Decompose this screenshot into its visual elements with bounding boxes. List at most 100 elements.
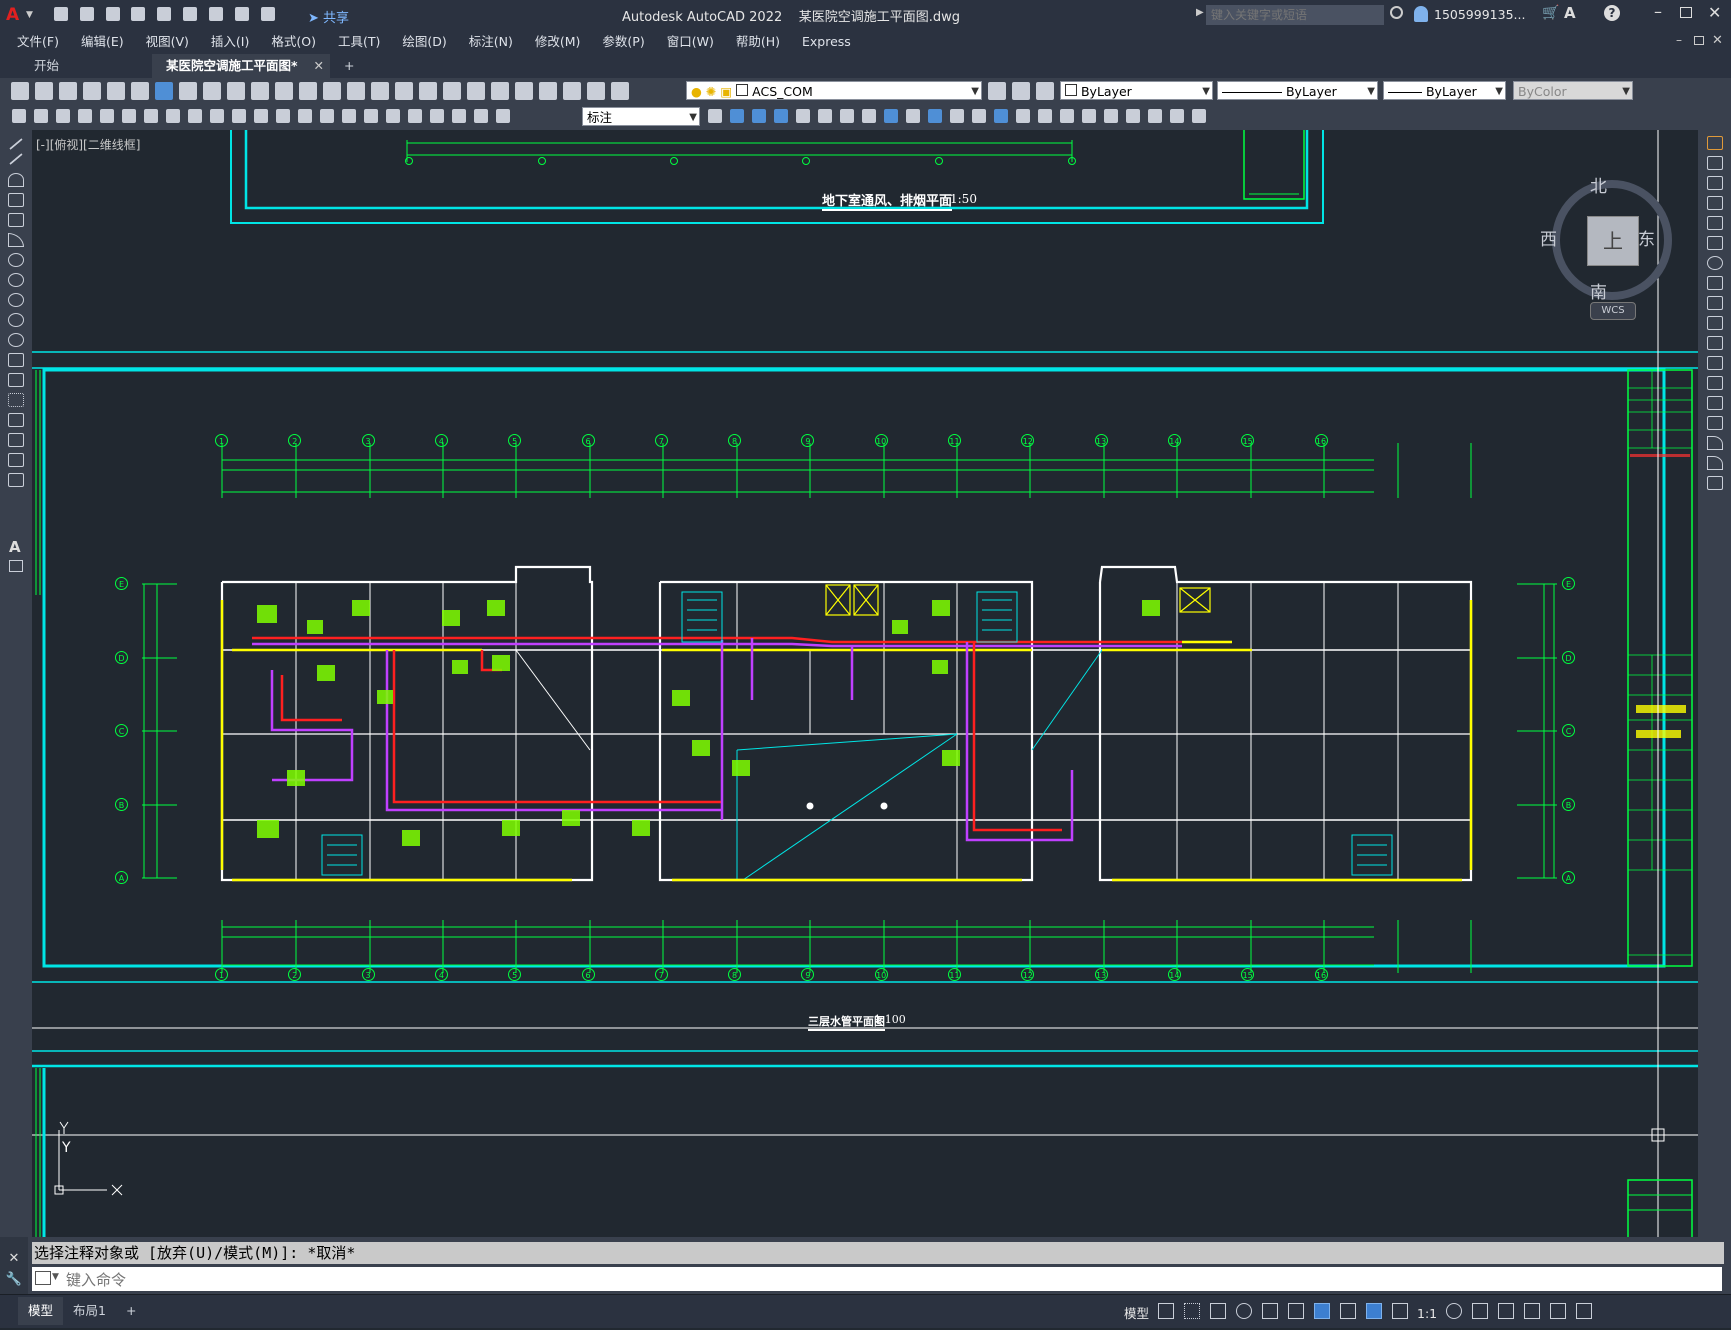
add-layout-button[interactable]: + xyxy=(116,1297,146,1325)
linear-dim-icon[interactable] xyxy=(78,109,92,123)
cart-icon[interactable]: 🛒 xyxy=(1542,5,1559,21)
multiline-text-icon[interactable]: A xyxy=(9,538,21,556)
offset-icon[interactable] xyxy=(1706,196,1723,210)
lock-icon[interactable]: ▣ xyxy=(720,84,732,99)
polyline-icon[interactable] xyxy=(8,173,24,187)
user-icon[interactable] xyxy=(1414,6,1428,22)
line-icon[interactable] xyxy=(9,138,23,150)
zoom-previous-icon[interactable] xyxy=(419,82,437,100)
tool-palettes-icon[interactable] xyxy=(491,82,509,100)
close-icon[interactable]: ✕ xyxy=(0,1251,28,1266)
compass-north[interactable]: 北 xyxy=(1590,172,1607,197)
attach-icon[interactable] xyxy=(1104,109,1118,123)
chevron-down-icon[interactable]: ▼ xyxy=(1495,82,1503,101)
extend-icon[interactable] xyxy=(1706,336,1723,350)
arc-icon[interactable] xyxy=(8,233,24,247)
annotation-visibility-icon[interactable] xyxy=(1366,1303,1383,1319)
menu-insert[interactable]: 插入(I) xyxy=(200,30,260,54)
chevron-down-icon[interactable]: ▼ xyxy=(52,1272,59,1282)
app-menu-chevron-icon[interactable]: ▼ xyxy=(26,10,33,20)
new-file-icon[interactable] xyxy=(54,7,68,21)
command-input[interactable] xyxy=(64,1269,1708,1291)
customize-icon[interactable]: 🔧 xyxy=(0,1272,28,1287)
shade-icon[interactable] xyxy=(884,109,898,123)
rotate-icon[interactable] xyxy=(1706,256,1723,270)
center-mark-icon[interactable] xyxy=(386,109,400,123)
undo-icon[interactable] xyxy=(234,7,249,21)
spline-icon[interactable] xyxy=(8,293,24,307)
erase-icon[interactable] xyxy=(1706,136,1723,150)
chevron-down-icon[interactable]: ▼ xyxy=(1202,82,1210,101)
zoom-realtime-icon[interactable] xyxy=(371,82,389,100)
tab-start[interactable]: 开始 xyxy=(20,54,152,78)
calculator-icon[interactable] xyxy=(563,82,581,100)
help-icon[interactable] xyxy=(587,82,605,100)
save-web-icon[interactable] xyxy=(183,7,198,21)
qnew-icon[interactable] xyxy=(11,82,29,100)
save-icon[interactable] xyxy=(59,82,77,100)
3d-dwf-icon[interactable] xyxy=(155,82,173,100)
sheet-set-icon[interactable] xyxy=(515,82,533,100)
search-input[interactable] xyxy=(1206,5,1384,25)
revolve-icon[interactable] xyxy=(1060,109,1074,123)
layer-properties-icon[interactable] xyxy=(611,82,629,100)
doc-close-icon[interactable]: ✕ xyxy=(1712,33,1723,48)
insert-block-icon[interactable] xyxy=(1082,109,1096,123)
object-snap-icon[interactable] xyxy=(1314,1303,1331,1319)
redo-icon[interactable] xyxy=(260,7,275,21)
mirror-object-icon[interactable] xyxy=(1706,176,1723,190)
menu-express[interactable]: Express xyxy=(791,30,862,54)
aligned-dim-icon[interactable] xyxy=(100,109,114,123)
camera-icon[interactable] xyxy=(972,109,986,123)
copy-icon[interactable] xyxy=(203,82,221,100)
compass-south[interactable]: 南 xyxy=(1590,278,1607,303)
polar-icon[interactable] xyxy=(1236,1303,1253,1319)
menu-help[interactable]: 帮助(H) xyxy=(725,30,791,54)
new-tab-button[interactable]: + xyxy=(330,54,368,78)
search-icon[interactable] xyxy=(1390,6,1403,19)
annotation-scale[interactable]: 1:1 xyxy=(1417,1306,1437,1321)
plot-icon[interactable] xyxy=(208,7,223,21)
design-center-icon[interactable] xyxy=(467,82,485,100)
add-selected-icon[interactable] xyxy=(9,560,23,572)
publish-icon[interactable] xyxy=(131,82,149,100)
user-name[interactable]: 1505999135... xyxy=(1434,7,1525,22)
ellipse-icon[interactable] xyxy=(8,313,24,327)
chevron-down-icon[interactable]: ▼ xyxy=(689,108,697,127)
command-prompt-icon[interactable] xyxy=(35,1271,51,1285)
chevron-down-icon[interactable]: ▼ xyxy=(1367,82,1375,101)
drawing-canvas[interactable]: [-][俯视][二维线框] 地下室通风、排烟平面 1:50 三层水管平面图 1:… xyxy=(32,130,1698,1237)
command-grip[interactable]: ✕ 🔧 xyxy=(0,1237,28,1294)
material-icon[interactable] xyxy=(928,109,942,123)
isodraft-icon[interactable] xyxy=(1262,1303,1279,1319)
lineweight-icon[interactable] xyxy=(1340,1303,1357,1319)
chevron-right-icon[interactable]: ▶ xyxy=(1196,7,1204,18)
menu-modify[interactable]: 修改(M) xyxy=(524,30,592,54)
point-icon[interactable] xyxy=(8,393,24,407)
cut-icon[interactable] xyxy=(179,82,197,100)
graphics-performance-icon[interactable] xyxy=(1524,1303,1541,1319)
autodesk-a360-icon[interactable]: A xyxy=(1564,4,1576,22)
close-icon[interactable]: ✕ xyxy=(1708,3,1721,22)
blend-curves-icon[interactable] xyxy=(1706,456,1723,470)
baseline-dim-icon[interactable] xyxy=(276,109,290,123)
properties-icon[interactable] xyxy=(443,82,461,100)
scale-object-icon[interactable] xyxy=(1706,276,1723,290)
array-icon[interactable] xyxy=(840,109,854,123)
underlay-layers-icon[interactable] xyxy=(1192,109,1206,123)
make-block-icon[interactable] xyxy=(8,373,24,387)
markup-icon[interactable] xyxy=(539,82,557,100)
isolate-objects-icon[interactable] xyxy=(1498,1303,1515,1319)
dim-edit-icon[interactable] xyxy=(452,109,466,123)
model-space-button[interactable]: 模型 xyxy=(1124,1303,1149,1322)
view-back-icon[interactable] xyxy=(752,109,766,123)
zoom-window-icon[interactable] xyxy=(395,82,413,100)
quick-dim-icon[interactable] xyxy=(254,109,268,123)
menu-draw[interactable]: 绘图(D) xyxy=(391,30,457,54)
continue-dim-icon[interactable] xyxy=(298,109,312,123)
workspace-gear-icon[interactable] xyxy=(1446,1303,1463,1319)
doc-restore-icon[interactable] xyxy=(1694,36,1704,45)
diameter-dim-icon[interactable] xyxy=(210,109,224,123)
inspection-icon[interactable] xyxy=(408,109,422,123)
auto-scale-icon[interactable] xyxy=(1392,1303,1409,1319)
